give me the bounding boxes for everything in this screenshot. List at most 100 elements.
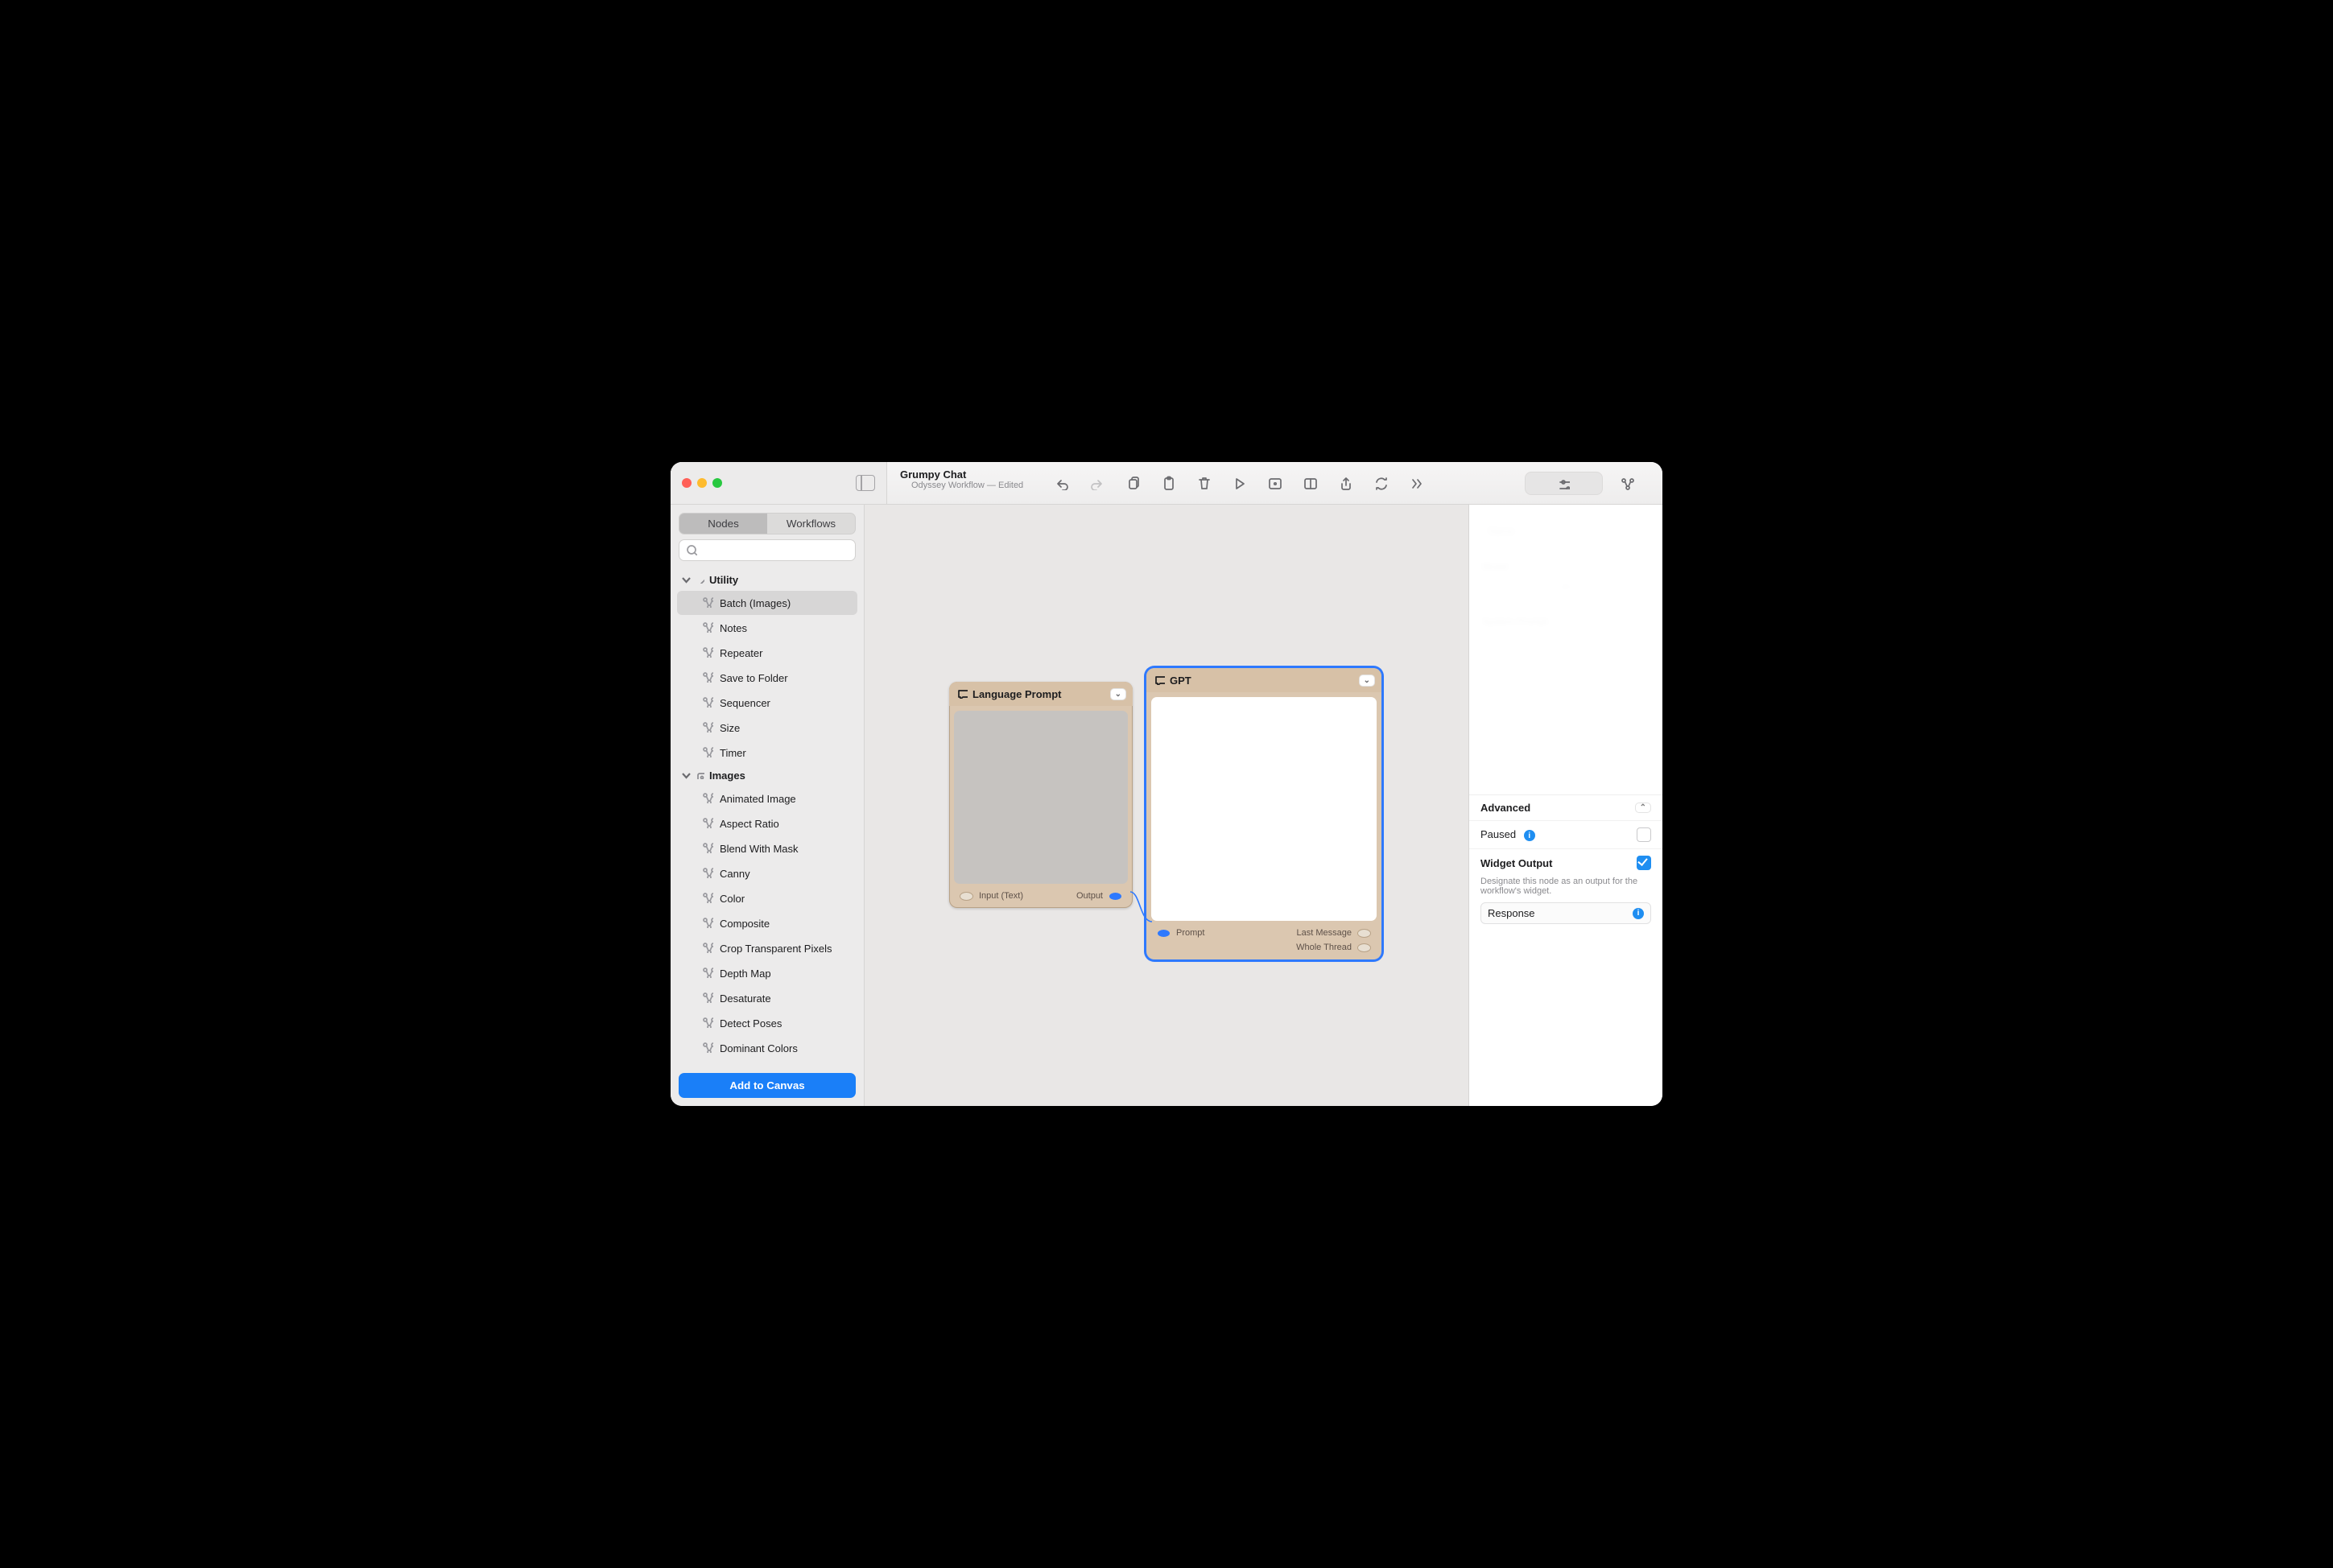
tree-item-label: Notes — [720, 622, 747, 634]
tree-item-notes[interactable]: Notes — [677, 616, 857, 640]
tree-item-blend-with-mask[interactable]: Blend With Mask — [677, 836, 857, 860]
inspector-filters-button[interactable] — [1525, 472, 1603, 495]
tree-category-label: Utility — [709, 574, 738, 586]
redo-button[interactable] — [1083, 472, 1112, 494]
section-header-advanced[interactable]: Advanced ⌃ — [1469, 795, 1662, 820]
node-icon — [701, 671, 713, 685]
canvas[interactable]: Language Prompt ⌄ Input (Text) Output GP… — [865, 505, 1468, 1106]
tree-item-label: Repeater — [720, 647, 762, 659]
run-button[interactable] — [1224, 472, 1253, 494]
tree-item-label: Composite — [720, 918, 770, 930]
tree-item-batch-images[interactable]: Batch (Images) — [677, 591, 857, 615]
tab-workflows[interactable]: Workflows — [767, 514, 855, 534]
paste-icon — [1161, 476, 1175, 490]
inspector-top-disabled: Name Model — System Prompt — [1469, 505, 1662, 794]
tree-item-animated-image[interactable]: Animated Image — [677, 786, 857, 811]
chevron-up-icon: ⌃ — [1635, 803, 1651, 813]
node-icon — [701, 621, 713, 635]
tree-item-desaturate[interactable]: Desaturate — [677, 986, 857, 1010]
tree-item-size[interactable]: Size — [677, 716, 857, 740]
sidebar: Nodes Workflows Utility Batch (Ima — [671, 505, 865, 1106]
zoom-window-button[interactable] — [712, 478, 722, 488]
info-icon[interactable]: i — [1524, 830, 1535, 841]
graph-icon — [1620, 476, 1634, 490]
node-content[interactable] — [954, 711, 1128, 884]
tree-item-label: Animated Image — [720, 793, 796, 805]
node-icon — [701, 891, 713, 906]
add-to-canvas-button[interactable]: Add to Canvas — [679, 1073, 856, 1098]
row-description: Designate this node as an output for the… — [1469, 877, 1662, 902]
node-icon — [701, 816, 713, 831]
undo-icon — [1055, 476, 1069, 490]
center-frame-icon — [1303, 476, 1317, 490]
tree-item-save-to-folder[interactable]: Save to Folder — [677, 666, 857, 690]
tree-item-color[interactable]: Color — [677, 886, 857, 910]
undo-button[interactable] — [1047, 472, 1076, 494]
share-button[interactable] — [1331, 472, 1360, 494]
port-label: Last Message — [1294, 927, 1355, 939]
output-port[interactable] — [1109, 893, 1121, 900]
info-icon[interactable]: i — [1633, 908, 1644, 919]
minimize-window-button[interactable] — [697, 478, 707, 488]
tree-item-detect-poses[interactable]: Detect Poses — [677, 1011, 857, 1035]
search-input[interactable] — [679, 539, 856, 561]
play-icon — [1232, 476, 1246, 490]
chat-icon — [1153, 673, 1165, 687]
node-icon — [701, 991, 713, 1005]
tree-item-depth-map[interactable]: Depth Map — [677, 961, 857, 985]
toggle-sidebar-icon[interactable] — [856, 475, 875, 491]
overflow-button[interactable] — [1402, 472, 1431, 494]
tree-item-label: Blend With Mask — [720, 843, 799, 855]
sync-button[interactable] — [1366, 472, 1395, 494]
node-menu-button[interactable]: ⌄ — [1359, 675, 1375, 687]
node-menu-button[interactable]: ⌄ — [1110, 688, 1126, 700]
node-icon — [701, 596, 713, 610]
tree-item-label: Size — [720, 722, 740, 734]
node-content[interactable] — [1151, 697, 1377, 921]
paste-button[interactable] — [1154, 472, 1183, 494]
chevrons-right-icon — [1409, 476, 1423, 490]
copy-button[interactable] — [1118, 472, 1147, 494]
tree-item-timer[interactable]: Timer — [677, 741, 857, 765]
output-port-whole-thread[interactable] — [1358, 944, 1370, 951]
tree-item-aspect-ratio[interactable]: Aspect Ratio — [677, 811, 857, 836]
tree-item-dominant-colors[interactable]: Dominant Colors — [677, 1036, 857, 1060]
tree-item-crop-transparent-pixels[interactable]: Crop Transparent Pixels — [677, 936, 857, 960]
titlebar: Grumpy Chat Odyssey Workflow — Edited — [671, 462, 1662, 505]
sliders-icon — [1558, 477, 1570, 489]
canvas-node-gpt[interactable]: GPT ⌄ Prompt Last Message Whole Thread — [1146, 668, 1381, 959]
tree-item-erase-object[interactable]: Erase Object — [677, 1061, 857, 1065]
fit-button[interactable] — [1260, 472, 1289, 494]
graph-view-button[interactable] — [1612, 472, 1641, 494]
node-header[interactable]: Language Prompt ⌄ — [949, 682, 1133, 706]
canvas-node-language-prompt[interactable]: Language Prompt ⌄ Input (Text) Output — [949, 682, 1133, 908]
right-toolbar-cluster — [1525, 472, 1650, 495]
tree-item-label: Canny — [720, 868, 750, 880]
tree-category-images[interactable]: Images — [677, 766, 857, 785]
document-subtitle: Odyssey Workflow — Edited — [900, 481, 1034, 497]
node-title: GPT — [1170, 675, 1191, 687]
tree-item-label: Aspect Ratio — [720, 818, 779, 830]
node-header[interactable]: GPT ⌄ — [1146, 668, 1381, 692]
output-port-last-message[interactable] — [1358, 930, 1370, 937]
tree-item-sequencer[interactable]: Sequencer — [677, 691, 857, 715]
share-icon — [1338, 476, 1352, 490]
tree-item-canny[interactable]: Canny — [677, 861, 857, 885]
document-title: Grumpy Chat — [900, 468, 1034, 481]
paused-checkbox[interactable] — [1637, 827, 1651, 842]
tree-category-utility[interactable]: Utility — [677, 571, 857, 589]
response-output-field[interactable]: Response i — [1480, 902, 1651, 924]
close-window-button[interactable] — [682, 478, 692, 488]
tree-item-repeater[interactable]: Repeater — [677, 641, 857, 665]
copy-icon — [1125, 476, 1140, 490]
tree-item-composite[interactable]: Composite — [677, 911, 857, 935]
tree-item-label: Color — [720, 893, 745, 905]
tree-item-label: Timer — [720, 747, 746, 759]
input-port[interactable] — [960, 893, 972, 900]
delete-button[interactable] — [1189, 472, 1218, 494]
input-port-prompt[interactable] — [1158, 930, 1170, 937]
widget-output-checkbox[interactable] — [1637, 856, 1651, 870]
tab-nodes[interactable]: Nodes — [679, 514, 767, 534]
center-button[interactable] — [1295, 472, 1324, 494]
node-icon — [701, 1041, 713, 1055]
